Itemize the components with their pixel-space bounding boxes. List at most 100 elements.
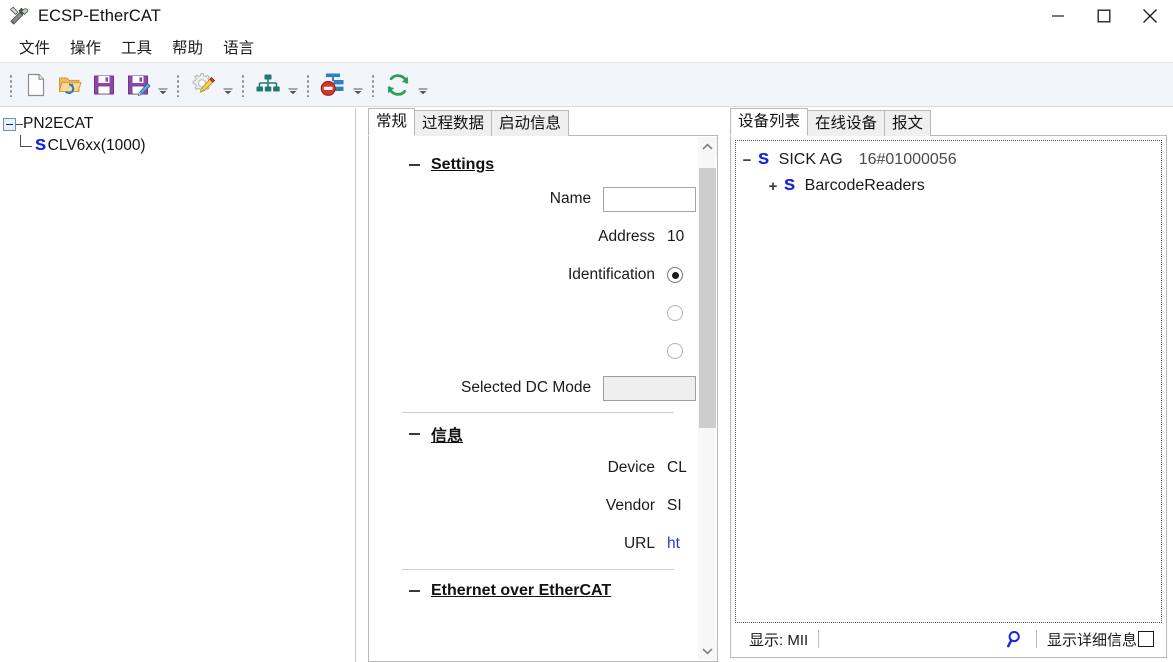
- label-identification: Identification: [567, 266, 655, 283]
- toolbar-overflow-1[interactable]: [155, 68, 171, 102]
- tree-node-device[interactable]: S CLV6xx(1000): [3, 135, 355, 157]
- toolbar-overflow-3[interactable]: [285, 68, 301, 102]
- project-tree-panel: PN2ECAT S CLV6xx(1000): [0, 108, 356, 662]
- expand-toggle-icon[interactable]: +: [762, 179, 784, 194]
- collapse-minus-icon[interactable]: [409, 428, 421, 440]
- section-header-eoe[interactable]: Ethernet over EtherCAT: [369, 576, 696, 606]
- window-title: ECSP-EtherCAT: [38, 6, 161, 25]
- device-list-panel: 设备列表 在线设备 报文 − S SICK AG 16#01000056 + S…: [724, 108, 1173, 662]
- main-content: PN2ECAT S CLV6xx(1000) 常规 过程数据 启动信息 Sett…: [0, 108, 1173, 662]
- center-tabstrip: 常规 过程数据 启动信息: [362, 108, 718, 136]
- device-tree-row[interactable]: − S SICK AG 16#01000056: [736, 147, 1161, 173]
- device-value: CL: [667, 459, 687, 476]
- chevron-down-icon: [702, 647, 713, 654]
- section-divider-2: [402, 569, 674, 570]
- toolbar-grip[interactable]: [304, 72, 313, 97]
- url-link[interactable]: ht: [667, 535, 680, 553]
- menu-item-help[interactable]: 帮助: [163, 34, 212, 61]
- property-row-url: URL ht: [369, 525, 696, 563]
- device-list-statusbar: 显示: MII 显示详细信息: [735, 625, 1162, 653]
- menu-item-operation[interactable]: 操作: [61, 34, 110, 61]
- stop-process-data-icon: [320, 73, 344, 96]
- collapse-minus-icon[interactable]: [409, 585, 421, 597]
- identification-radio-2[interactable]: [667, 305, 683, 321]
- menu-bar: 文件 操作 工具 帮助 语言: [0, 32, 1173, 63]
- section-header-settings[interactable]: Settings: [369, 150, 696, 180]
- section-title-info: 信息: [431, 428, 464, 445]
- tab-online-devices[interactable]: 在线设备: [807, 110, 886, 136]
- search-icon: [1006, 631, 1020, 648]
- search-button[interactable]: [1006, 629, 1026, 649]
- toolbar-grip[interactable]: [369, 72, 378, 97]
- scrollbar-thumb[interactable]: [699, 168, 716, 428]
- property-row-identification-2: [369, 294, 696, 332]
- toolbar-overflow-2[interactable]: [220, 68, 236, 102]
- tab-startup-info[interactable]: 启动信息: [491, 110, 570, 136]
- selected-dc-mode-combobox[interactable]: [603, 375, 696, 401]
- sick-badge-icon: S: [35, 137, 46, 154]
- statusbar-divider: [818, 630, 820, 648]
- properties-scrollbar[interactable]: [697, 137, 717, 660]
- device-id: 16#01000056: [858, 151, 957, 168]
- scroll-up-button[interactable]: [698, 137, 717, 156]
- menu-item-language[interactable]: 语言: [214, 34, 263, 61]
- tab-process-data[interactable]: 过程数据: [414, 110, 493, 136]
- property-row-identification: Identification: [369, 256, 696, 294]
- refresh-button[interactable]: [381, 68, 415, 102]
- new-file-button[interactable]: [19, 68, 53, 102]
- property-row-name: Name: [369, 180, 696, 218]
- stop-process-data-button[interactable]: [316, 68, 350, 102]
- tree-node-device-label: CLV6xx(1000): [47, 137, 146, 154]
- label-name: Name: [549, 190, 592, 207]
- network-topology-icon: [256, 74, 280, 91]
- collapse-minus-icon[interactable]: [409, 159, 421, 171]
- menu-item-file[interactable]: 文件: [10, 34, 59, 61]
- device-name: BarcodeReaders: [804, 177, 925, 194]
- toolbar-overflow-5[interactable]: [415, 68, 431, 102]
- device-tree-row[interactable]: + S BarcodeReaders: [736, 173, 1161, 199]
- scroll-down-button[interactable]: [698, 641, 717, 660]
- device-tree[interactable]: − S SICK AG 16#01000056 + S BarcodeReade…: [735, 140, 1162, 623]
- close-button[interactable]: [1127, 0, 1173, 32]
- save-as-button[interactable]: [121, 68, 155, 102]
- collapse-toggle-icon[interactable]: [3, 117, 16, 131]
- label-address: Address: [598, 228, 655, 245]
- tab-messages[interactable]: 报文: [884, 110, 932, 136]
- toolbar-grip[interactable]: [239, 72, 248, 97]
- chevron-down-icon: [158, 88, 168, 94]
- tree-node-root[interactable]: PN2ECAT: [3, 113, 355, 135]
- section-divider-1: [402, 412, 674, 413]
- label-device: Device: [607, 459, 655, 476]
- toolbar-grip[interactable]: [7, 72, 16, 97]
- label-vendor: Vendor: [605, 497, 655, 514]
- identification-radio-1[interactable]: [667, 267, 683, 283]
- name-input[interactable]: [603, 186, 696, 212]
- device-list-body: − S SICK AG 16#01000056 + S BarcodeReade…: [730, 135, 1167, 658]
- sick-badge-icon: S: [758, 151, 769, 168]
- section-title-eoe: Ethernet over EtherCAT: [431, 582, 612, 599]
- tree-connector: [19, 135, 35, 157]
- identification-radio-3[interactable]: [667, 343, 683, 359]
- menu-item-tools[interactable]: 工具: [112, 34, 161, 61]
- configure-button[interactable]: [186, 68, 220, 102]
- tab-device-list[interactable]: 设备列表: [730, 108, 809, 136]
- refresh-icon: [387, 73, 409, 96]
- maximize-button[interactable]: [1081, 0, 1127, 32]
- property-row-device: Device CL: [369, 449, 696, 487]
- network-scan-button[interactable]: [251, 68, 285, 102]
- section-header-info[interactable]: 信息: [369, 419, 696, 449]
- toolbar-grip[interactable]: [174, 72, 183, 97]
- open-file-button[interactable]: [53, 68, 87, 102]
- label-url: URL: [623, 535, 655, 552]
- right-tabstrip: 设备列表 在线设备 报文: [724, 108, 1173, 136]
- property-row-vendor: Vendor SI: [369, 487, 696, 525]
- save-button[interactable]: [87, 68, 121, 102]
- property-row-dc-mode: Selected DC Mode: [369, 370, 696, 406]
- label-selected-dc-mode: Selected DC Mode: [461, 379, 592, 396]
- tab-general[interactable]: 常规: [368, 108, 416, 136]
- vendor-value: SI: [667, 497, 682, 514]
- show-details-checkbox[interactable]: [1138, 631, 1154, 647]
- minimize-button[interactable]: [1035, 0, 1081, 32]
- collapse-toggle-icon[interactable]: −: [736, 153, 758, 168]
- toolbar-overflow-4[interactable]: [350, 68, 366, 102]
